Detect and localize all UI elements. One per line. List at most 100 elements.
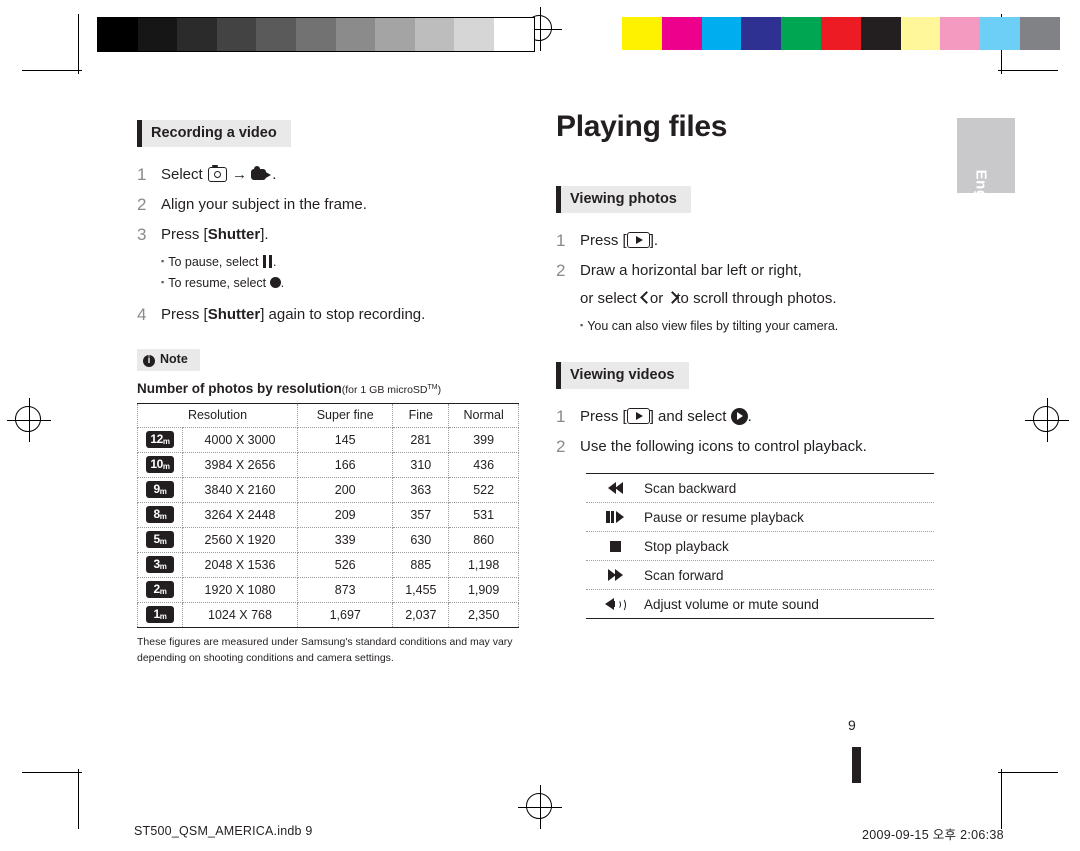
sub-note-text-after: . — [280, 276, 285, 290]
normal-value: 531 — [448, 502, 519, 528]
resolution-value: 4000 X 3000 — [182, 427, 298, 453]
step-text-before: Press [ — [161, 306, 208, 323]
step-text: Press []. — [580, 227, 956, 255]
color-swatch-6 — [860, 17, 901, 50]
grayscale-calibration-bar — [97, 17, 535, 52]
info-icon: i — [143, 355, 155, 367]
page-marker-bar — [852, 747, 861, 783]
table-row: 10m 3984 X 2656 166 310 436 — [137, 452, 519, 478]
play-circle-icon — [730, 408, 748, 425]
bullet-glyph: ▪ — [161, 256, 165, 266]
table-header-resolution: Resolution — [137, 403, 298, 428]
table-row: 12m 4000 X 3000 145 281 399 — [137, 427, 519, 453]
gray-swatch-8 — [414, 18, 455, 51]
resolution-value: 2048 X 1536 — [182, 552, 298, 578]
fast-forward-icon — [586, 568, 644, 583]
resolution-value: 3984 X 2656 — [182, 452, 298, 478]
step-text-after: ]. — [260, 226, 269, 243]
control-label: Scan forward — [644, 567, 724, 583]
control-label: Pause or resume playback — [644, 509, 804, 525]
step-number: 1 — [137, 165, 147, 184]
chevron-left-icon — [641, 291, 650, 305]
resolution-badge: 8m — [146, 506, 174, 523]
page-title: Playing files — [556, 110, 728, 143]
step-text-bold: Shutter — [207, 226, 261, 243]
control-row-stop: Stop playback — [586, 532, 934, 561]
control-label: Adjust volume or mute sound — [644, 596, 819, 612]
control-label: Stop playback — [644, 538, 729, 554]
fine-value: 885 — [392, 552, 450, 578]
control-row-pause-resume: Pause or resume playback — [586, 503, 934, 532]
sub-note-text-after: . — [273, 255, 277, 269]
resolution-value: 1024 X 768 — [182, 602, 298, 628]
pause-play-icon — [586, 510, 644, 525]
control-row-scan-backward: Scan backward — [586, 474, 934, 503]
registration-mark-right — [1025, 398, 1069, 442]
resolution-badge-cell: 2m — [137, 577, 183, 603]
color-swatch-0 — [622, 17, 662, 50]
video-icon — [251, 166, 272, 181]
superfine-value: 1,697 — [296, 602, 394, 628]
fine-value: 2,037 — [392, 602, 450, 628]
gray-swatch-6 — [335, 18, 376, 51]
step-text-before: Press [ — [161, 226, 208, 243]
normal-value: 436 — [448, 452, 519, 478]
playback-controls-list: Scan backward Pause or resume playback S… — [586, 473, 934, 619]
resolution-value: 1920 X 1080 — [182, 577, 298, 603]
step-text-bold: Shutter — [207, 306, 261, 323]
color-swatch-2 — [701, 17, 742, 50]
resolution-badge-cell: 1m — [137, 602, 183, 628]
step-line2-c: to scroll through photos. — [676, 290, 837, 307]
pause-icon — [262, 255, 273, 268]
table-caption-sub-text: (for 1 GB microSD — [341, 384, 428, 396]
table-row: 2m 1920 X 1080 873 1,455 1,909 — [137, 577, 519, 603]
gray-swatch-5 — [295, 18, 336, 51]
bullet-glyph: ▪ — [580, 320, 584, 330]
gray-swatch-10 — [493, 18, 534, 51]
normal-value: 2,350 — [448, 602, 519, 628]
step-number: 4 — [137, 305, 147, 324]
color-swatch-8 — [940, 17, 981, 50]
step-number: 2 — [137, 195, 147, 214]
control-row-volume: Adjust volume or mute sound — [586, 590, 934, 619]
superfine-value: 145 — [296, 427, 394, 453]
gray-swatch-1 — [137, 18, 178, 51]
step-1-viewing-photos: 1 Press []. — [556, 227, 956, 255]
rewind-icon — [586, 481, 644, 496]
resolution-badge: 2m — [146, 581, 174, 598]
step-text: Align your subject in the frame. — [161, 196, 367, 213]
fine-value: 630 — [392, 527, 450, 553]
resolution-badge-cell: 8m — [137, 502, 183, 528]
table-header-normal: Normal — [448, 403, 519, 428]
crop-mark-br-h — [998, 772, 1058, 774]
gray-swatch-9 — [454, 18, 494, 51]
step-text-after: . — [272, 166, 277, 183]
section-heading-viewing-photos: Viewing photos — [556, 186, 691, 213]
color-swatch-4 — [781, 17, 821, 50]
control-label: Scan backward — [644, 480, 737, 496]
chevron-right-icon — [667, 291, 676, 305]
registration-mark-left — [7, 398, 51, 442]
gray-swatch-7 — [375, 18, 415, 51]
color-swatch-3 — [741, 17, 782, 50]
note-label: Note — [160, 352, 188, 366]
resolution-badge: 3m — [146, 556, 174, 573]
resolution-badge-cell: 9m — [137, 477, 183, 503]
step-text: Press [Shutter] again to stop recording. — [161, 301, 527, 329]
step-4-recording: 4 Press [Shutter] again to stop recordin… — [137, 301, 527, 329]
table-row: 5m 2560 X 1920 339 630 860 — [137, 527, 519, 553]
crop-mark-tr-h — [998, 70, 1058, 72]
color-swatch-7 — [900, 17, 941, 50]
step-text: Select → . — [161, 161, 527, 189]
step-text-after: . — [747, 408, 752, 425]
playback-icon — [626, 232, 650, 248]
sub-note-text: To pause, select — [168, 255, 259, 269]
step-2-viewing-videos: 2 Use the following icons to control pla… — [556, 433, 956, 461]
step-text-mid: ] and select — [649, 408, 727, 425]
volume-icon — [586, 597, 644, 612]
step-line-1: Draw a horizontal bar left or right, — [580, 262, 802, 279]
step-2-viewing-photos: 2 Draw a horizontal bar left or right, o… — [556, 257, 956, 313]
gray-swatch-4 — [256, 18, 296, 51]
normal-value: 399 — [448, 427, 519, 453]
superfine-value: 166 — [296, 452, 394, 478]
